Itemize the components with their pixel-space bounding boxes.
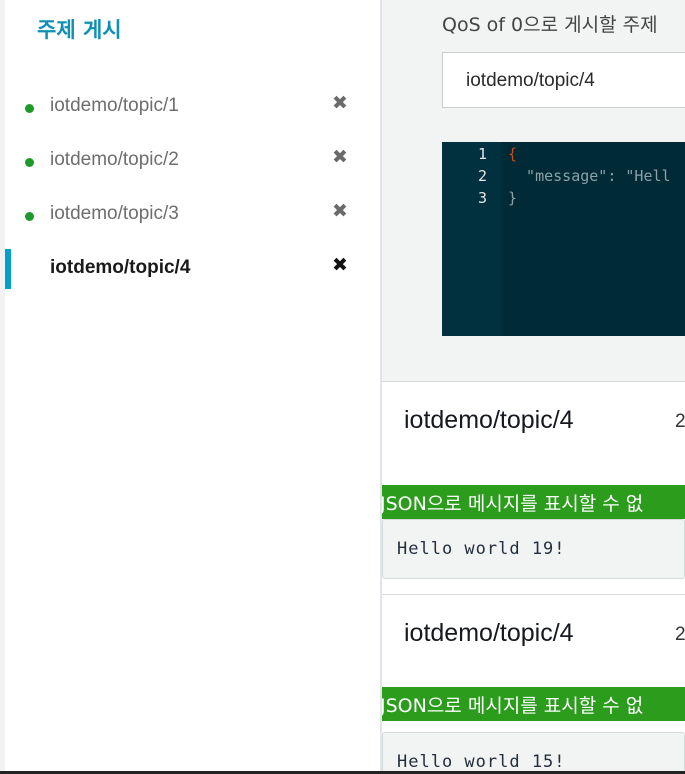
sidebar-item-topic-3[interactable]: iotdemo/topic/3 ✖ bbox=[5, 191, 380, 235]
close-icon[interactable]: ✖ bbox=[332, 254, 348, 276]
publish-panel: QoS of 0으로 게시할 주제 iotdemo/topic/4 1 2 3 … bbox=[382, 0, 685, 774]
message-time: 2 bbox=[675, 411, 685, 432]
topic-label: iotdemo/topic/1 bbox=[50, 95, 179, 116]
message-topic: iotdemo/topic/4 bbox=[404, 619, 574, 647]
code-line: } bbox=[508, 189, 518, 207]
message-body: Hello world 19! bbox=[382, 519, 685, 579]
sidebar-title: 주제 게시 bbox=[37, 18, 122, 42]
close-icon[interactable]: ✖ bbox=[332, 200, 348, 222]
connected-status-icon bbox=[25, 158, 34, 167]
topic-label: iotdemo/topic/3 bbox=[50, 203, 179, 224]
message-card: iotdemo/topic/4 2 JSON으로 메시지를 표시할 수 없 He… bbox=[382, 594, 685, 774]
code-line: "message": "Hell bbox=[508, 167, 671, 185]
sidebar-item-topic-4[interactable]: iotdemo/topic/4 ✖ bbox=[5, 245, 380, 289]
message-editor[interactable]: 1 2 3 { "message": "Hell } bbox=[442, 142, 685, 336]
line-number: 1 bbox=[477, 145, 487, 163]
topic-label: iotdemo/topic/2 bbox=[50, 149, 179, 170]
json-warning-banner: JSON으로 메시지를 표시할 수 없 bbox=[382, 687, 685, 721]
line-number: 2 bbox=[477, 167, 487, 185]
qos-description: QoS of 0으로 게시할 주제 bbox=[442, 14, 658, 36]
topic-input[interactable]: iotdemo/topic/4 bbox=[442, 52, 685, 108]
json-warning-banner: JSON으로 메시지를 표시할 수 없 bbox=[382, 485, 685, 519]
message-card: iotdemo/topic/4 2 JSON으로 메시지를 표시할 수 없 He… bbox=[382, 381, 685, 595]
active-indicator bbox=[5, 249, 11, 289]
message-topic: iotdemo/topic/4 bbox=[404, 406, 574, 434]
code-line: { bbox=[508, 145, 518, 163]
line-number: 3 bbox=[477, 189, 487, 207]
sidebar-item-topic-2[interactable]: iotdemo/topic/2 ✖ bbox=[5, 137, 380, 181]
message-time: 2 bbox=[675, 624, 685, 645]
sidebar-item-topic-1[interactable]: iotdemo/topic/1 ✖ bbox=[5, 83, 380, 127]
message-body: Hello world 15! bbox=[382, 732, 685, 774]
close-icon[interactable]: ✖ bbox=[332, 146, 348, 168]
connected-status-icon bbox=[25, 212, 34, 221]
connected-status-icon bbox=[25, 104, 34, 113]
close-icon[interactable]: ✖ bbox=[332, 92, 348, 114]
topic-sidebar: 주제 게시 iotdemo/topic/1 ✖ iotdemo/topic/2 … bbox=[0, 0, 380, 774]
topic-label: iotdemo/topic/4 bbox=[50, 257, 191, 278]
